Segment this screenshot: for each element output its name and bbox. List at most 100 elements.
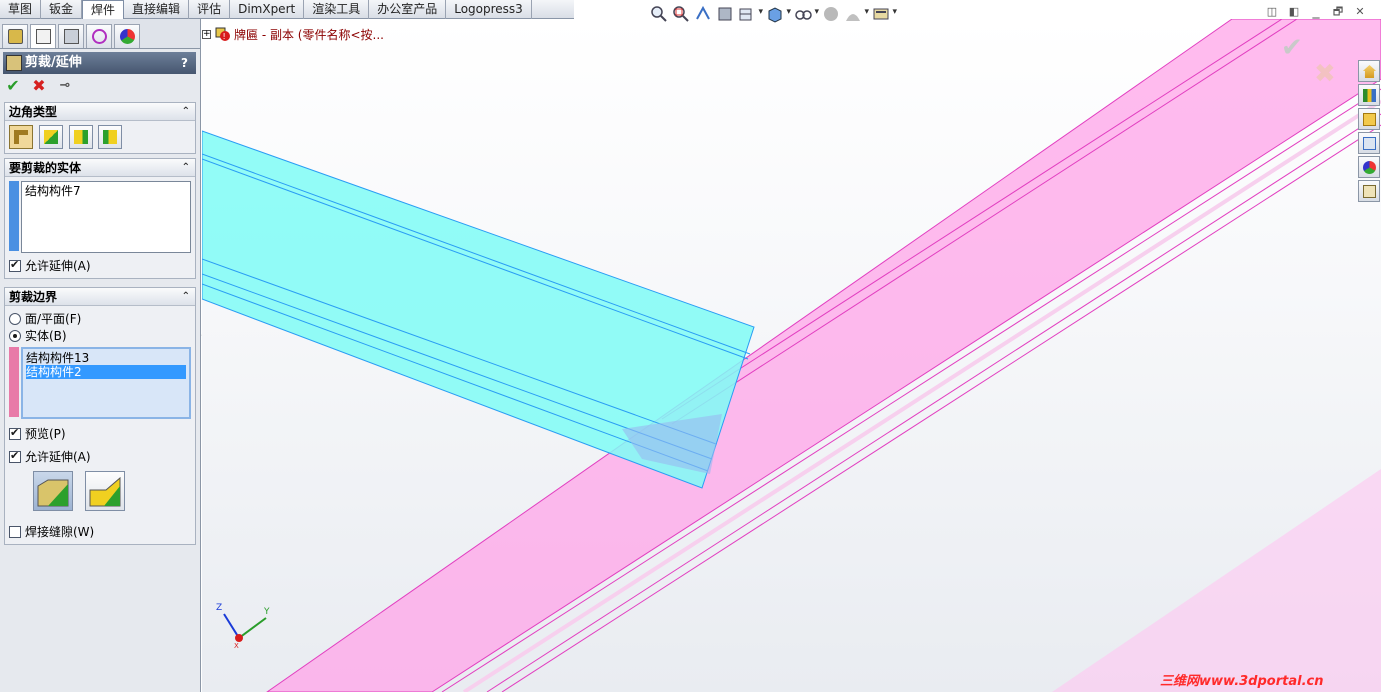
weld-gap-checkbox[interactable]: 焊接缝隙(W) xyxy=(9,523,191,540)
tab-logopress3[interactable]: Logopress3 xyxy=(446,0,532,19)
checkbox-label: 允许延伸(A) xyxy=(25,450,91,464)
trimming-boundary-list[interactable]: 结构构件13 结构构件2 xyxy=(9,347,191,419)
trimming-boundary-listbox[interactable]: 结构构件13 结构构件2 xyxy=(21,347,191,419)
command-manager-tabs: 草图 钣金 焊件 直接编辑 评估 DimXpert 渲染工具 办公室产品 Log… xyxy=(0,0,574,20)
collapse-icon[interactable]: ⌃ xyxy=(182,159,190,177)
tab-direct-editing[interactable]: 直接编辑 xyxy=(124,0,190,19)
pm-title-bar: 剪裁/延伸 ? xyxy=(3,52,196,74)
cancel-button[interactable]: ✖ xyxy=(30,77,48,95)
corner-end-butt1-button[interactable] xyxy=(68,125,93,149)
task-pane-design-library[interactable] xyxy=(1358,84,1380,106)
body-trim-button[interactable] xyxy=(84,471,125,511)
bodies-radio[interactable]: 实体(B) xyxy=(9,327,191,344)
corner-type-buttons xyxy=(5,121,195,153)
collapse-icon[interactable]: ⌃ xyxy=(182,288,190,306)
triad-x-label: X xyxy=(234,642,239,648)
collapse-icon[interactable]: ⌃ xyxy=(182,103,190,121)
checkbox[interactable] xyxy=(9,449,21,463)
corner-type-header[interactable]: 边角类型 ⌃ xyxy=(5,103,195,121)
checkbox-label: 允许延伸(A) xyxy=(25,259,91,273)
minimize-icon[interactable]: _ xyxy=(1308,4,1324,20)
trimming-boundary-header[interactable]: 剪裁边界 ⌃ xyxy=(5,288,195,306)
apply-scene-icon[interactable] xyxy=(844,5,869,23)
radio-label: 面/平面(F) xyxy=(25,312,82,326)
corner-end-butt2-button[interactable] xyxy=(98,125,123,149)
expand-icon[interactable]: + xyxy=(202,29,211,39)
help-button[interactable]: ? xyxy=(181,52,188,74)
tab-weldments[interactable]: 焊件 xyxy=(82,0,125,20)
restore-icon[interactable]: 🗗 xyxy=(1330,6,1346,20)
tab-render-tools[interactable]: 渲染工具 xyxy=(304,0,370,19)
selection-color-bar xyxy=(9,347,19,417)
corner-type-label: 边角类型 xyxy=(9,105,58,119)
allow-extension-checkbox-2[interactable]: 允许延伸(A) xyxy=(9,448,191,465)
checkbox[interactable] xyxy=(9,426,21,440)
previous-view-icon[interactable] xyxy=(694,5,712,23)
planar-trim-button[interactable] xyxy=(33,471,73,511)
tree-node-label: 牌匾 - 副本 (零件名称<按... xyxy=(234,27,384,42)
corner-end-trim-button[interactable] xyxy=(9,125,33,149)
feature-tree-root[interactable]: + ! 牌匾 - 副本 (零件名称<按... xyxy=(202,26,384,42)
end-trim-icon xyxy=(14,130,28,144)
watermark: 三维网www.3dportal.cn xyxy=(1160,674,1324,689)
tab-evaluate[interactable]: 评估 xyxy=(189,0,231,19)
list-item[interactable]: 结构构件7 xyxy=(25,184,187,198)
bodies-to-trim-list[interactable]: 结构构件7 xyxy=(9,181,191,253)
task-pane-file-explorer[interactable] xyxy=(1358,108,1380,130)
display-style-icon[interactable] xyxy=(766,5,791,23)
bodies-to-trim-listbox[interactable]: 结构构件7 xyxy=(21,181,191,253)
corner-type-group: 边角类型 ⌃ xyxy=(4,102,196,154)
pin-button[interactable]: ⊸ xyxy=(56,77,74,95)
close-icon[interactable]: ✕ xyxy=(1352,6,1368,20)
tab-sketch[interactable]: 草图 xyxy=(0,0,42,19)
tab-office-products[interactable]: 办公室产品 xyxy=(369,0,447,19)
confirmation-cancel-icon[interactable]: ✖ xyxy=(1314,59,1336,89)
pm-actions: ✔ ✖ ⊸ xyxy=(0,74,200,98)
zoom-to-fit-icon[interactable] xyxy=(650,5,668,23)
hide-show-items-icon[interactable] xyxy=(794,5,819,23)
featuremanager-tab[interactable] xyxy=(2,24,28,48)
list-item[interactable]: 结构构件13 xyxy=(26,351,186,365)
section-view-icon[interactable] xyxy=(716,5,734,23)
allow-extension-checkbox-1[interactable]: 允许延伸(A) xyxy=(9,257,191,274)
task-pane-home[interactable] xyxy=(1358,60,1380,82)
home-icon xyxy=(1363,65,1376,78)
bodies-to-trim-header[interactable]: 要剪裁的实体 ⌃ xyxy=(5,159,195,177)
face-plane-radio[interactable]: 面/平面(F) xyxy=(9,310,191,327)
display-manager-tab[interactable] xyxy=(114,24,140,48)
corner-end-miter-button[interactable] xyxy=(38,125,63,149)
tile-horizontal-icon[interactable]: ◫ xyxy=(1264,6,1280,20)
model-scene xyxy=(202,19,1381,692)
tab-sheet-metal[interactable]: 钣金 xyxy=(41,0,83,19)
checkbox-label: 预览(P) xyxy=(25,427,66,441)
ok-button[interactable]: ✔ xyxy=(4,77,22,95)
planar-trim-icon xyxy=(37,479,69,507)
pink-structural-member-lower xyxy=(1052,469,1381,692)
task-pane-custom-properties[interactable] xyxy=(1358,180,1380,202)
checkbox[interactable] xyxy=(9,258,21,272)
view-settings-icon[interactable] xyxy=(872,5,897,23)
appearances-icon xyxy=(1363,161,1376,174)
edit-appearance-icon[interactable] xyxy=(822,5,840,23)
tile-vertical-icon[interactable]: ◧ xyxy=(1286,6,1302,20)
task-pane-view-palette[interactable] xyxy=(1358,132,1380,154)
list-item-selected[interactable]: 结构构件2 xyxy=(26,365,186,379)
task-pane-appearances[interactable] xyxy=(1358,156,1380,178)
graphics-area[interactable] xyxy=(202,19,1381,692)
configurationmanager-tab[interactable] xyxy=(58,24,84,48)
property-manager-panel: 剪裁/延伸 ? ✔ ✖ ⊸ 边角类型 ⌃ 要剪裁的实体 ⌃ 结构构件7 ✔ 允许… xyxy=(0,19,201,692)
preview-checkbox[interactable]: 预览(P) xyxy=(9,425,191,442)
zoom-to-area-icon[interactable] xyxy=(672,5,690,23)
checkbox[interactable] xyxy=(9,525,21,538)
propertymanager-tab[interactable] xyxy=(30,24,56,48)
configurationmanager-icon xyxy=(64,29,79,44)
dimxpert-tab[interactable] xyxy=(86,24,112,48)
tab-dimxpert[interactable]: DimXpert xyxy=(230,0,305,19)
pm-title: 剪裁/延伸 xyxy=(25,55,82,70)
radio-button[interactable] xyxy=(9,329,21,342)
window-controls: ◫ ◧ _ 🗗 ✕ xyxy=(1264,4,1368,20)
view-orientation-icon[interactable] xyxy=(738,5,763,23)
confirmation-ok-icon[interactable]: ✔ xyxy=(1281,33,1303,63)
end-butt2-icon xyxy=(103,130,118,144)
radio-button[interactable] xyxy=(9,312,21,325)
